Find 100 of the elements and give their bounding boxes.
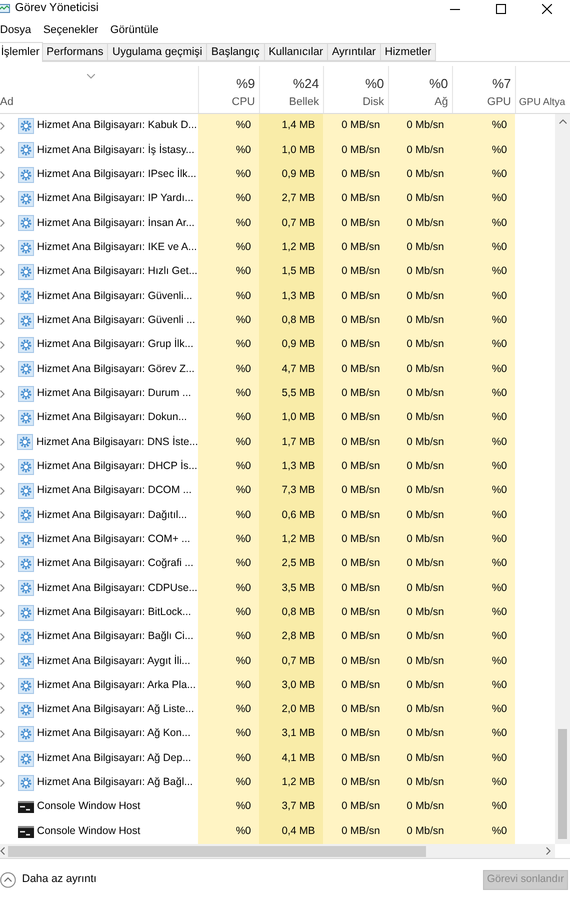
- expand-chevron-icon[interactable]: [0, 341, 5, 350]
- tab[interactable]: Başlangıç: [207, 43, 265, 61]
- expand-chevron-icon[interactable]: [0, 195, 5, 204]
- table-cell-text: %0: [236, 312, 251, 328]
- gear-icon: [18, 629, 34, 646]
- table-cell-text: %0: [236, 264, 251, 280]
- process-name: Hizmet Ana Bilgisayarı: DCOM ...: [37, 483, 192, 498]
- expand-chevron-icon[interactable]: [0, 584, 5, 592]
- table-cell-text: %0: [492, 264, 507, 280]
- gear-icon: [18, 337, 34, 354]
- fewer-details-button[interactable]: Daha az ayrıntı: [0, 871, 97, 888]
- table-cell-text: %0: [236, 775, 251, 790]
- scroll-left-icon[interactable]: [0, 847, 5, 855]
- expand-chevron-icon[interactable]: [0, 438, 5, 446]
- table-cell-text: 3,7 MB: [282, 799, 315, 814]
- table-cell-text: %0: [492, 775, 507, 790]
- column-label: GPU Altya: [519, 96, 566, 110]
- table-cell-text: 0 MB/sn: [341, 799, 380, 814]
- table-cell-text: %0: [236, 288, 251, 304]
- expand-chevron-icon[interactable]: [0, 730, 5, 738]
- table-cell-text: 1,7 MB: [282, 434, 315, 450]
- expand-chevron-icon[interactable]: [0, 706, 5, 714]
- column-header[interactable]: Ad: [0, 94, 198, 110]
- table-cell-text: %0: [492, 629, 507, 644]
- expand-chevron-icon[interactable]: [0, 779, 5, 788]
- expand-chevron-icon[interactable]: [0, 219, 5, 228]
- expand-chevron-icon[interactable]: [0, 754, 5, 763]
- expand-chevron-icon[interactable]: [0, 608, 5, 617]
- expand-chevron-icon[interactable]: [0, 560, 5, 568]
- expand-chevron-icon[interactable]: [0, 682, 5, 690]
- tab[interactable]: Uygulama geçmişi: [108, 43, 208, 61]
- table-cell-text: %0: [492, 824, 507, 839]
- process-name: Hizmet Ana Bilgisayarı: Grup İlk...: [37, 337, 194, 352]
- expand-chevron-icon[interactable]: [0, 390, 5, 398]
- expand-chevron-icon[interactable]: [0, 365, 5, 374]
- table-cell-text: 0 MB/sn: [341, 142, 380, 158]
- table-cell-text: %0: [492, 678, 507, 693]
- tab[interactable]: Hizmetler: [380, 43, 436, 61]
- expand-chevron-icon[interactable]: [0, 462, 5, 471]
- table-cell-text: 0,7 MB: [282, 654, 315, 668]
- table-cell-text: 0 MB/sn: [341, 824, 380, 839]
- tab[interactable]: Kullanıcılar: [264, 43, 328, 61]
- menu-item[interactable]: Görüntüle: [110, 22, 159, 38]
- expand-chevron-icon[interactable]: [0, 633, 5, 642]
- process-name: Hizmet Ana Bilgisayarı: DNS İste...: [36, 434, 198, 450]
- expand-chevron-icon[interactable]: [0, 170, 5, 179]
- table-cell-text: 0,9 MB: [282, 166, 315, 182]
- table-cell-text: 0,6 MB: [282, 508, 315, 523]
- menu-item[interactable]: Dosya: [0, 22, 32, 38]
- scroll-up-icon[interactable]: [558, 119, 566, 124]
- table-cell-text: 0 Mb/sn: [406, 288, 444, 304]
- process-name: Hizmet Ana Bilgisayarı: İnsan Ar...: [37, 216, 195, 231]
- expand-chevron-icon[interactable]: [0, 316, 5, 325]
- expand-chevron-icon[interactable]: [0, 292, 5, 300]
- column-header[interactable]: GPU Altya: [515, 66, 570, 113]
- table-cell-text: %0: [492, 118, 507, 134]
- table-cell-text: %0: [492, 654, 507, 668]
- table-cell-text: %0: [236, 726, 251, 742]
- vertical-scrollbar[interactable]: [555, 114, 570, 844]
- expand-chevron-icon[interactable]: [0, 487, 5, 496]
- expand-chevron-icon[interactable]: [0, 146, 5, 154]
- column-header[interactable]: %0 Disk: [323, 66, 388, 113]
- expand-chevron-icon[interactable]: [0, 268, 5, 276]
- gear-icon: [18, 726, 34, 742]
- window-title: Görev Yöneticisi: [15, 1, 99, 16]
- scroll-right-icon[interactable]: [546, 847, 551, 855]
- console-icon: [18, 824, 34, 840]
- table-cell-text: %0: [492, 702, 507, 718]
- process-name: Hizmet Ana Bilgisayarı: Dağıtıl...: [37, 508, 187, 523]
- expand-chevron-icon[interactable]: [0, 511, 5, 520]
- tab[interactable]: Performans: [42, 43, 108, 61]
- table-cell-text: %0: [236, 580, 251, 596]
- table-cell-text: 1,2 MB: [282, 532, 315, 547]
- process-name: Hizmet Ana Bilgisayarı: Kabuk D...: [37, 118, 197, 134]
- table-cell-text: %0: [236, 508, 251, 523]
- horizontal-scrollbar[interactable]: [0, 844, 555, 858]
- scrollbar-thumb[interactable]: [8, 846, 426, 856]
- collapse-icon: [0, 872, 16, 888]
- column-header[interactable]: %7 GPU: [452, 66, 515, 113]
- scrollbar-thumb[interactable]: [558, 729, 567, 839]
- table-cell-text: 0 Mb/sn: [406, 775, 444, 790]
- column-header[interactable]: %24 Bellek: [259, 66, 323, 113]
- table-cell-text: 0 Mb/sn: [406, 362, 444, 377]
- table-cell-text: 0 MB/sn: [341, 483, 380, 498]
- column-header[interactable]: %0 Ağ: [388, 66, 452, 113]
- column-header[interactable]: %9 CPU: [198, 66, 259, 113]
- menu-item[interactable]: Seçenekler: [43, 22, 98, 38]
- expand-chevron-icon[interactable]: [0, 657, 5, 666]
- table-cell-text: 0 MB/sn: [341, 312, 380, 328]
- table-cell-text: 2,7 MB: [282, 191, 315, 206]
- gear-icon: [18, 191, 34, 208]
- expand-chevron-icon[interactable]: [0, 244, 5, 252]
- table-cell-text: %0: [492, 532, 507, 547]
- process-name: Hizmet Ana Bilgisayarı: Güvenli ...: [37, 312, 196, 328]
- tab[interactable]: Ayrıntılar: [328, 43, 381, 61]
- expand-chevron-icon[interactable]: [0, 122, 5, 130]
- expand-chevron-icon[interactable]: [0, 536, 5, 544]
- expand-chevron-icon[interactable]: [0, 414, 5, 422]
- tab[interactable]: İşlemler: [0, 42, 43, 62]
- table-cell-text: 0 MB/sn: [341, 216, 380, 231]
